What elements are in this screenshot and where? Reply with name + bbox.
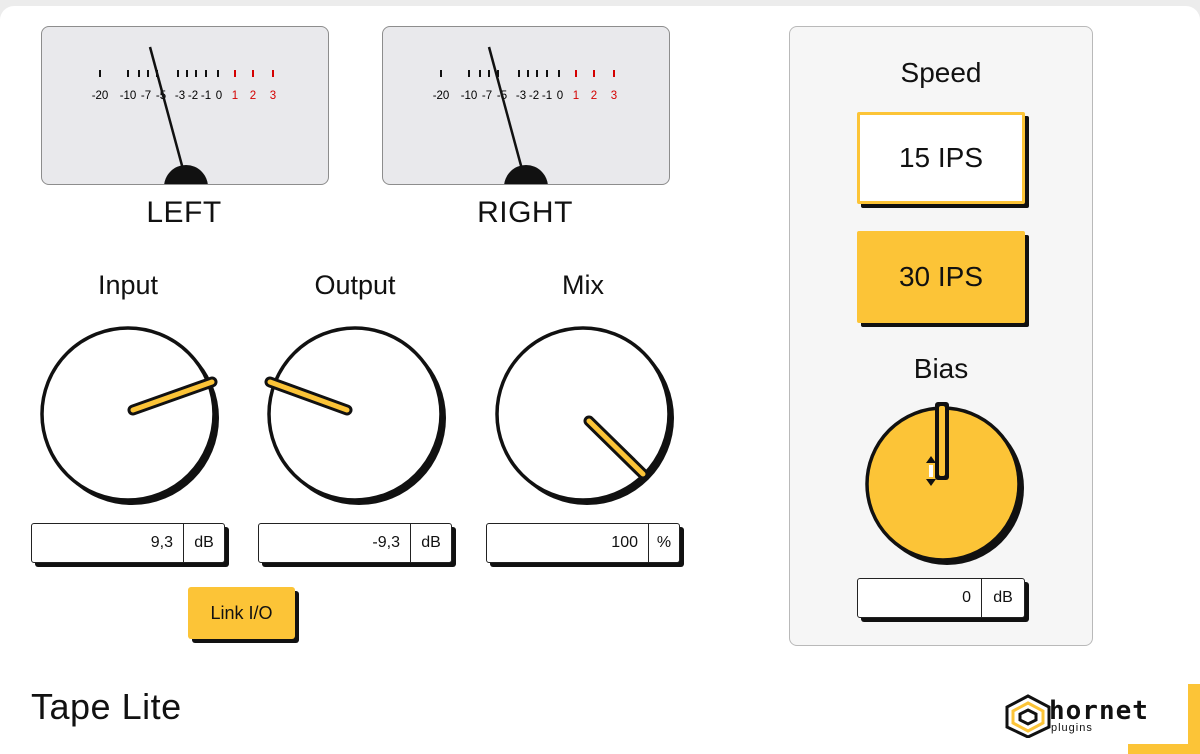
logo-subtitle: plugins: [1051, 722, 1093, 734]
scale-label: -2: [529, 90, 539, 102]
link-io-button[interactable]: Link I/O: [188, 587, 295, 639]
speed-30-ips-button[interactable]: 30 IPS: [857, 231, 1025, 323]
scale-label: 3: [611, 90, 617, 102]
bias-title: Bias: [913, 353, 969, 384]
meter-needle: [487, 46, 525, 174]
scale-label: -10: [120, 90, 137, 102]
scale-label: 0: [216, 90, 222, 102]
output-unit: dB: [410, 524, 451, 562]
mix-unit: %: [648, 524, 679, 562]
plugin-title: Tape Lite: [31, 686, 182, 727]
hornet-logo: hornet plugins: [1003, 694, 1173, 738]
corner-accent: [1128, 744, 1200, 754]
vu-meter-left: -20 -10 -7 -5 -3 -2 -1 0 1 2 3: [41, 26, 329, 185]
scale-label: -20: [433, 90, 450, 102]
input-value[interactable]: 9,3: [32, 524, 183, 562]
scale-label: 2: [591, 90, 597, 102]
speed-15-ips-button[interactable]: 15 IPS: [857, 112, 1025, 204]
scale-label: -1: [542, 90, 552, 102]
output-value[interactable]: -9,3: [259, 524, 410, 562]
input-knob[interactable]: [30, 316, 230, 516]
speed-title: Speed: [900, 57, 982, 88]
bias-unit: dB: [981, 579, 1024, 617]
meter-ticks: [440, 70, 615, 77]
output-value-field[interactable]: -9,3 dB: [258, 523, 452, 563]
input-value-field[interactable]: 9,3 dB: [31, 523, 225, 563]
mix-knob[interactable]: [485, 316, 685, 516]
vu-meter-left-scale: -20 -10 -7 -5 -3 -2 -1 0 1 2 3: [92, 46, 276, 184]
input-unit: dB: [183, 524, 224, 562]
speed-panel: Speed 15 IPS 30 IPS Bias 0 dB: [789, 26, 1093, 646]
bias-knob[interactable]: [862, 399, 1032, 569]
input-knob-label: Input: [97, 270, 159, 300]
scale-label: -7: [141, 90, 151, 102]
vu-meter-right-scale: -20 -10 -7 -5 -3 -2 -1 0 1 2 3: [433, 46, 617, 184]
scale-label: -10: [461, 90, 478, 102]
bias-value[interactable]: 0: [858, 579, 981, 617]
scale-label: -20: [92, 90, 109, 102]
scale-label: -7: [482, 90, 492, 102]
mix-value-field[interactable]: 100 %: [486, 523, 680, 563]
scale-label: 3: [270, 90, 276, 102]
output-knob[interactable]: [257, 316, 457, 516]
scale-label: 0: [557, 90, 563, 102]
meter-label-right: RIGHT: [477, 196, 573, 229]
needle-pivot: [164, 165, 208, 184]
scale-label: -1: [201, 90, 211, 102]
meter-needle: [148, 46, 186, 174]
scale-label: 1: [232, 90, 238, 102]
hexagon-logo-icon: [1005, 694, 1051, 738]
meter-ticks: [99, 70, 274, 77]
needle-pivot: [504, 165, 548, 184]
mix-value[interactable]: 100: [487, 524, 648, 562]
meter-label-left: LEFT: [146, 196, 222, 229]
vu-meter-right: -20 -10 -7 -5 -3 -2 -1 0 1 2 3: [382, 26, 670, 185]
mix-knob-label: Mix: [562, 270, 604, 300]
bias-value-field[interactable]: 0 dB: [857, 578, 1025, 618]
output-knob-label: Output: [314, 270, 396, 300]
scale-label: -2: [188, 90, 198, 102]
scale-label: 2: [250, 90, 256, 102]
scale-label: 1: [573, 90, 579, 102]
scale-label: -3: [175, 90, 185, 102]
scale-label: -3: [516, 90, 526, 102]
